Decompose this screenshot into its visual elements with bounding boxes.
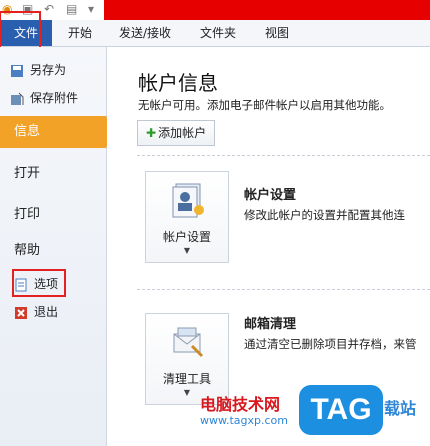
mailbox-cleanup-description: 通过清空已删除项目并存档，来管	[244, 337, 417, 351]
tab-file[interactable]: 文件	[0, 11, 52, 57]
sidebar-item-open[interactable]: 打开	[14, 162, 120, 181]
exit-icon	[14, 306, 28, 320]
plus-icon: ✚	[146, 126, 157, 140]
exit-label: 退出	[34, 305, 59, 319]
tab-home[interactable]: 开始	[68, 20, 92, 46]
save-as-label: 另存为	[30, 63, 67, 77]
page-title: 帐户信息	[138, 71, 218, 95]
sidebar-item-info[interactable]: 信息	[0, 116, 114, 148]
tab-folder[interactable]: 文件夹	[200, 20, 236, 46]
account-settings-icon	[170, 182, 206, 221]
save-as-item[interactable]: 另存为	[10, 61, 116, 78]
account-settings-button[interactable]: 帐户设置 ▼	[145, 171, 229, 263]
cleanup-tools-button-label: 清理工具	[162, 372, 211, 386]
backstage-sidebar: 另存为 保存附件 信息 打开 打印 帮助 选项 退出	[0, 47, 114, 446]
title-bar: ◉ ▣ ↶ ▤ ▾	[0, 0, 430, 20]
add-account-button[interactable]: ✚ 添加帐户	[137, 120, 216, 146]
mailbox-cleanup-title: 邮箱清理	[244, 317, 297, 332]
tab-view[interactable]: 视图	[265, 20, 289, 46]
save-attachments-label: 保存附件	[30, 91, 79, 105]
save-attachments-item[interactable]: 保存附件	[10, 89, 116, 106]
account-info-pane: 帐户信息 无帐户可用。添加电子邮件帐户以启用其他功能。 ✚ 添加帐户 帐户设置 ▼…	[107, 47, 430, 446]
separator	[137, 289, 430, 290]
sidebar-item-exit[interactable]: 退出	[14, 303, 120, 320]
paperclip-icon	[10, 92, 24, 106]
ribbon-tabs: 文件 开始 发送/接收 文件夹 视图	[0, 11, 430, 57]
dropdown-arrow-icon: ▼	[183, 246, 191, 255]
separator	[137, 155, 430, 156]
watermark-title: 电脑技术网	[200, 395, 281, 414]
account-settings-title: 帐户设置	[244, 188, 297, 203]
account-settings-button-label: 帐户设置	[162, 230, 211, 244]
sidebar-item-options[interactable]: 选项	[12, 269, 120, 297]
customize-qat-icon[interactable]: ▾	[88, 2, 94, 16]
title-bar-accent	[104, 0, 430, 20]
watermark-suffix: 载站	[384, 399, 417, 418]
watermark-logo: TAG	[299, 385, 383, 435]
send-receive-icon[interactable]: ▤	[66, 2, 77, 16]
save-as-icon	[10, 64, 24, 78]
tab-send-receive[interactable]: 发送/接收	[119, 20, 171, 46]
watermark-url: www.tagxp.com	[200, 414, 288, 427]
sidebar-item-print[interactable]: 打印	[14, 203, 120, 222]
options-highlight	[12, 269, 66, 297]
account-settings-description: 修改此帐户的设置并配置其他连	[244, 208, 405, 222]
page-description: 无帐户可用。添加电子邮件帐户以启用其他功能。	[138, 98, 391, 112]
undo-icon[interactable]: ↶	[44, 2, 54, 16]
add-account-label: 添加帐户	[158, 126, 207, 140]
sidebar-item-help[interactable]: 帮助	[14, 239, 120, 258]
info-label: 信息	[14, 124, 41, 139]
cleanup-tools-icon	[170, 324, 206, 363]
